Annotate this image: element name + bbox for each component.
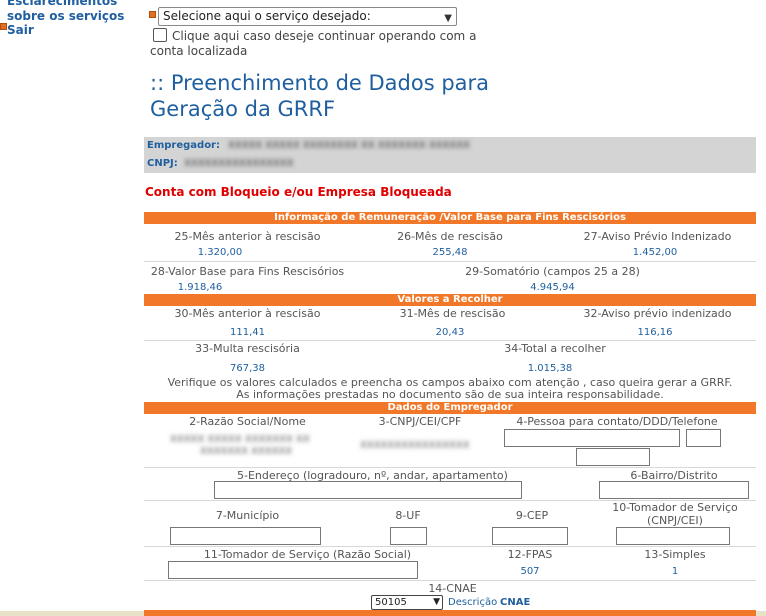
- section-recolher-header: Valores a Recolher: [144, 294, 756, 306]
- contact-name-input[interactable]: [504, 429, 680, 447]
- field-27-label: 27-Aviso Prévio Indenizado: [583, 230, 732, 243]
- service-select-value: Selecione aqui o serviço desejado:: [163, 9, 371, 23]
- field-8-label: 8-UF: [395, 509, 421, 522]
- row-divider: [144, 467, 756, 468]
- employer-name-redacted: XXXXX XXXXX XXXXXXXX XX XXXXXXX XXXXXX: [228, 140, 470, 151]
- chevron-down-icon: ▼: [444, 13, 452, 24]
- cnpj-value-redacted: XXXXXXXXXXXXXXXX: [360, 440, 470, 451]
- field-26-value: 255,48: [432, 247, 468, 258]
- section-footer-bar: [144, 610, 756, 616]
- cnpj-redacted: XXXXXXXXXXXXXXXX: [184, 158, 294, 169]
- page-title: :: Preenchimento de Dados para Geração d…: [150, 71, 490, 121]
- cnae-select[interactable]: 50105 ▼: [371, 595, 443, 610]
- employer-label: Empregador:: [147, 140, 220, 151]
- field-4-label: 4-Pessoa para contato/DDD/Telefone: [516, 415, 718, 428]
- field-13-label: 13-Simples: [644, 548, 706, 561]
- employer-band: Empregador: XXXXX XXXXX XXXXXXXX XX XXXX…: [144, 137, 756, 173]
- field-14-label: 14-CNAE: [428, 582, 477, 595]
- blocked-alert: Conta com Bloqueio e/ou Empresa Bloquead…: [145, 185, 452, 199]
- field-31-value: 20,43: [435, 327, 465, 338]
- field-32-value: 116,16: [637, 327, 673, 338]
- field-26-label: 26-Mês de rescisão: [397, 230, 503, 243]
- field-29-label: 29-Somatório (campos 25 a 28): [465, 265, 640, 278]
- field-34-value: 1.015,38: [527, 363, 573, 374]
- field-12-label: 12-FPAS: [507, 548, 553, 561]
- field-28-value: 1.918,46: [177, 282, 223, 293]
- uf-input[interactable]: [390, 527, 427, 545]
- field-32-label: 32-Aviso prévio indenizado: [583, 307, 732, 320]
- field-30-label: 30-Mês anterior à rescisão: [174, 307, 321, 320]
- field-11-label: 11-Tomador de Serviço (Razão Social): [203, 548, 412, 561]
- section-remuneracao-header: Informação de Remuneração /Valor Base pa…: [144, 212, 756, 224]
- field-27-value: 1.452,00: [632, 247, 678, 258]
- field-9-label: 9-CEP: [515, 509, 549, 522]
- service-select[interactable]: Selecione aqui o serviço desejado: ▼: [158, 7, 457, 26]
- contact-ddd-input[interactable]: [686, 429, 721, 447]
- field-7-label: 7-Município: [215, 509, 280, 522]
- section-empregador-header: Dados do Empregador: [144, 402, 756, 414]
- municipality-input[interactable]: [170, 527, 321, 545]
- field-25-label: 25-Mês anterior à rescisão: [174, 230, 321, 243]
- row-divider: [144, 261, 756, 262]
- field-13-value: 1: [671, 566, 679, 577]
- left-nav: Esclarecimentos sobre os serviços Sair: [0, 0, 140, 616]
- field-29-value: 4.945,94: [530, 282, 575, 293]
- field-33-value: 767,38: [230, 363, 265, 374]
- cep-input[interactable]: [492, 527, 568, 545]
- field-12-value: 507: [520, 566, 540, 577]
- field-28-label: 28-Valor Base para Fins Rescisórios: [150, 265, 345, 278]
- field-33-label: 33-Multa rescisória: [195, 342, 300, 355]
- field-2-label: 2-Razão Social/Nome: [189, 415, 306, 428]
- notice-line-2: As informações prestadas no documento sã…: [236, 388, 664, 401]
- field-10-label: 10-Tomador de Serviço (CNPJ/CEI): [610, 501, 740, 527]
- field-34-label: 34-Total a recolher: [504, 342, 606, 355]
- district-input[interactable]: [599, 481, 749, 499]
- field-10-label-text: 10-Tomador de Serviço (CNPJ/CEI): [612, 501, 738, 527]
- cnae-description-prefix: Descrição: [448, 597, 498, 608]
- field-30-value: 111,41: [230, 327, 265, 338]
- continue-account-label: Clique aqui caso deseje continuar operan…: [150, 29, 477, 58]
- row-divider: [144, 340, 756, 341]
- tomador-cnpj-input[interactable]: [616, 527, 730, 545]
- tomador-razao-input[interactable]: [168, 561, 418, 579]
- nav-servicos-link[interactable]: sobre os serviços: [7, 9, 124, 23]
- address-input[interactable]: [214, 481, 522, 499]
- field-25-value: 1.320,00: [197, 247, 243, 258]
- field-31-label: 31-Mês de rescisão: [399, 307, 506, 320]
- razao-social-redacted: XXXXX XXXXX XXXXXXX XX: [170, 434, 310, 445]
- cnae-description-link[interactable]: CNAE: [500, 597, 530, 608]
- field-3-label: 3-CNPJ/CEI/CPF: [378, 415, 462, 428]
- row-divider: [144, 580, 756, 581]
- razao-social-redacted-2: XXXXXXX XXXXXX: [200, 446, 293, 457]
- nav-sair-link[interactable]: Sair: [7, 23, 34, 37]
- nav-esclarecimentos-link[interactable]: Esclarecimentos: [7, 0, 117, 8]
- bullet-icon: [149, 11, 156, 18]
- contact-phone-input[interactable]: [576, 448, 650, 466]
- bullet-icon: [0, 23, 7, 30]
- cnpj-label: CNPJ:: [147, 158, 178, 169]
- cnae-select-value: 50105: [375, 597, 407, 608]
- row-divider: [144, 546, 756, 547]
- chevron-down-icon: ▼: [433, 597, 440, 607]
